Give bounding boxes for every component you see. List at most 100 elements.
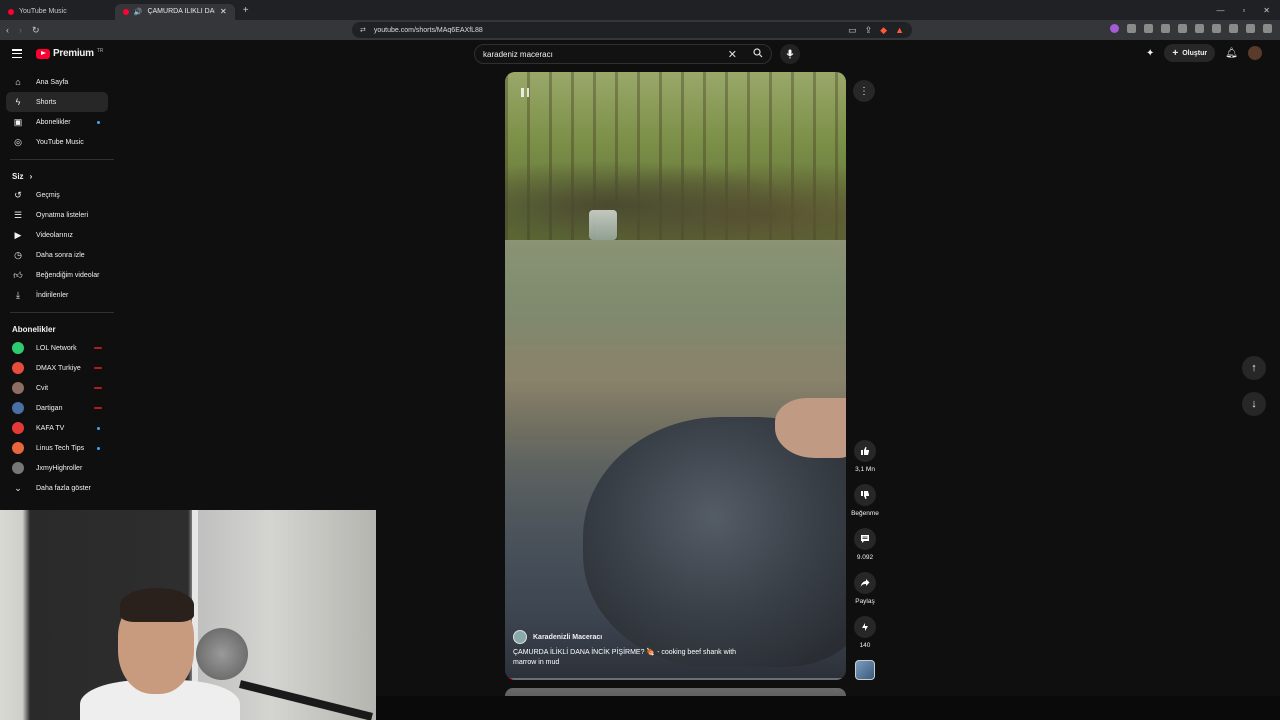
maximize-button[interactable]: ▫ — [1242, 6, 1245, 15]
search-icon[interactable] — [753, 48, 763, 60]
sidebar-channel-lol-network[interactable]: LOL Network — [0, 338, 108, 358]
tab-close-icon[interactable]: ✕ — [220, 7, 227, 16]
live-indicator — [94, 367, 102, 369]
sidebar-item-liked-videos[interactable]: 👍︎ Beğendiğim videolar — [0, 265, 108, 285]
wallet-icon[interactable] — [1212, 24, 1221, 33]
header-actions: ✦ + Oluştur 🔔︎ — [1146, 44, 1262, 62]
video-frame-bank — [505, 152, 846, 242]
sidebar-item-label: YouTube Music — [36, 138, 84, 146]
sidebar-item-label: JxmyHighroller — [36, 464, 83, 472]
dislike-button[interactable] — [854, 484, 876, 506]
webcam-mic-arm — [239, 680, 373, 720]
extension-icon[interactable] — [1161, 24, 1170, 33]
sidebar-item-your-videos[interactable]: ▶ Videolarınız — [0, 225, 108, 245]
sidebar-show-more[interactable]: ⌄ Daha fazla göster — [0, 478, 108, 498]
vpn-icon[interactable] — [1246, 24, 1255, 33]
tab-title: YouTube Music — [19, 8, 67, 15]
browser-tab[interactable]: YouTube Music — [0, 4, 75, 20]
sidebar-item-shorts[interactable]: ϟ Shorts — [6, 92, 108, 112]
sponsor-icon[interactable]: ✦ — [1146, 48, 1154, 59]
live-indicator — [94, 347, 102, 349]
like-button[interactable] — [854, 440, 876, 462]
share-action: Paylaş — [854, 572, 876, 616]
sidebar-channel-linus-tech-tips[interactable]: Linus Tech Tips — [0, 438, 108, 458]
media-icon[interactable] — [1178, 24, 1187, 33]
extension-icon[interactable] — [1110, 24, 1119, 33]
site-info-icon[interactable]: ⇄ — [360, 26, 366, 34]
playlist-icon: ☰ — [13, 209, 23, 220]
comments-button[interactable] — [854, 528, 876, 550]
download-icon: ⤓ — [16, 289, 20, 300]
remix-button[interactable] — [854, 616, 876, 638]
sidebar-item-watch-later[interactable]: ◷ Daha sonra izle — [0, 245, 108, 265]
youtube-logo[interactable]: Premium TR — [36, 48, 103, 59]
short-caption[interactable]: ÇAMURDA İLİKLİ DANA İNCİK PİŞİRME? 🍖 - c… — [513, 648, 743, 668]
sidebar-item-label: Dartigan — [36, 404, 63, 412]
brave-shield-icon[interactable]: ◆ — [880, 25, 887, 36]
share-icon[interactable]: ⇪ — [865, 25, 873, 36]
channel-name[interactable]: Karadenizli Maceracı — [533, 634, 602, 641]
watch-later-icon: ◷ — [14, 249, 22, 260]
extension-icon[interactable] — [1229, 24, 1238, 33]
sidebar-item-history[interactable]: ↺ Geçmiş — [0, 185, 108, 205]
sidebar-item-subscriptions[interactable]: ▣ Abonelikler — [0, 112, 108, 132]
clear-search-icon[interactable]: ✕ — [728, 48, 737, 61]
sidebar: ⌂ Ana Sayfa ϟ Shorts ▣ Abonelikler ◎ You… — [0, 72, 118, 498]
extension-icon[interactable] — [1127, 24, 1136, 33]
sidebar-channel-dmax-turkiye[interactable]: DMAX Turkiye — [0, 358, 108, 378]
brave-rewards-icon[interactable]: ▲ — [895, 25, 904, 35]
browser-tab-active[interactable]: 🔊 ÇAMURDA İLİKLİ DANA İNCİK ✕ — [114, 3, 235, 20]
search-query: karadeniz maceracı — [483, 49, 553, 59]
hamburger-menu-icon[interactable] — [12, 49, 22, 58]
sidebar-item-home[interactable]: ⌂ Ana Sayfa — [0, 72, 108, 92]
chevron-down-icon: ⌄ — [14, 482, 22, 493]
sidebar-item-downloads[interactable]: ⤓ İndirilenler — [0, 285, 108, 305]
sidebar-channel-dartigan[interactable]: Dartigan — [0, 398, 108, 418]
sidebar-channel-jxmyhighroller[interactable]: JxmyHighroller — [0, 458, 108, 478]
sidebar-section-you[interactable]: Siz › — [0, 167, 118, 185]
forward-button[interactable]: › — [19, 25, 22, 35]
sidebar-channel-cvit[interactable]: Cvit — [0, 378, 108, 398]
search-input[interactable]: karadeniz maceracı ✕ — [474, 44, 772, 64]
sidebar-item-label: Ana Sayfa — [36, 78, 69, 86]
dislike-action: Beğenme — [851, 484, 879, 528]
channel-avatar[interactable] — [513, 630, 527, 644]
close-window-button[interactable]: ✕ — [1263, 6, 1270, 15]
minimize-button[interactable]: — — [1216, 6, 1224, 15]
video-frame-waterfall — [589, 210, 617, 240]
new-content-dot — [97, 426, 100, 430]
channel-row[interactable]: Karadenizli Maceracı — [513, 630, 602, 644]
youtube-play-icon — [36, 48, 50, 59]
create-button[interactable]: + Oluştur — [1164, 44, 1216, 62]
previous-short-button[interactable]: ↑ — [1242, 356, 1266, 380]
share-button[interactable] — [854, 572, 876, 594]
avatar[interactable] — [1247, 46, 1262, 60]
reload-button[interactable]: ↻ — [32, 25, 40, 36]
sidebar-item-label: Cvit — [36, 384, 49, 392]
sidebar-icon[interactable] — [1195, 24, 1204, 33]
new-tab-button[interactable]: + — [243, 5, 249, 16]
section-title: Abonelikler — [12, 324, 56, 334]
sidebar-item-playlists[interactable]: ☰ Oynatma listeleri — [0, 205, 108, 225]
create-label: Oluştur — [1182, 49, 1208, 57]
more-options-icon[interactable]: ⋮ — [853, 80, 875, 102]
cast-icon[interactable]: ▭ — [848, 25, 857, 36]
new-content-dot — [97, 446, 100, 450]
next-short-button[interactable]: ↓ — [1242, 392, 1266, 416]
progress-bar[interactable] — [505, 678, 846, 680]
extension-icon[interactable] — [1144, 24, 1153, 33]
sidebar-item-label: İndirilenler — [36, 291, 69, 299]
pause-icon[interactable] — [521, 88, 529, 97]
voice-search-icon[interactable] — [780, 44, 800, 64]
sound-thumbnail[interactable] — [855, 660, 875, 680]
your-videos-icon: ▶ — [14, 229, 22, 240]
address-bar[interactable]: ⇄ youtube.com/shorts/MAq6EAXfL88 ▭ ⇪ ◆ ▲ — [352, 22, 912, 38]
sidebar-item-youtube-music[interactable]: ◎ YouTube Music — [0, 132, 108, 152]
shorts-video-player[interactable]: Karadenizli Maceracı ÇAMURDA İLİKLİ DANA… — [505, 72, 846, 680]
notifications-bell-icon[interactable]: 🔔︎ — [1225, 48, 1238, 59]
back-button[interactable]: ‹ — [6, 25, 9, 35]
browser-menu-icon[interactable] — [1263, 24, 1272, 33]
sidebar-channel-kafa-tv[interactable]: KAFA TV — [0, 418, 108, 438]
like-action: 3,1 Mn — [854, 440, 876, 484]
arrow-down-icon: ↓ — [1251, 398, 1257, 410]
